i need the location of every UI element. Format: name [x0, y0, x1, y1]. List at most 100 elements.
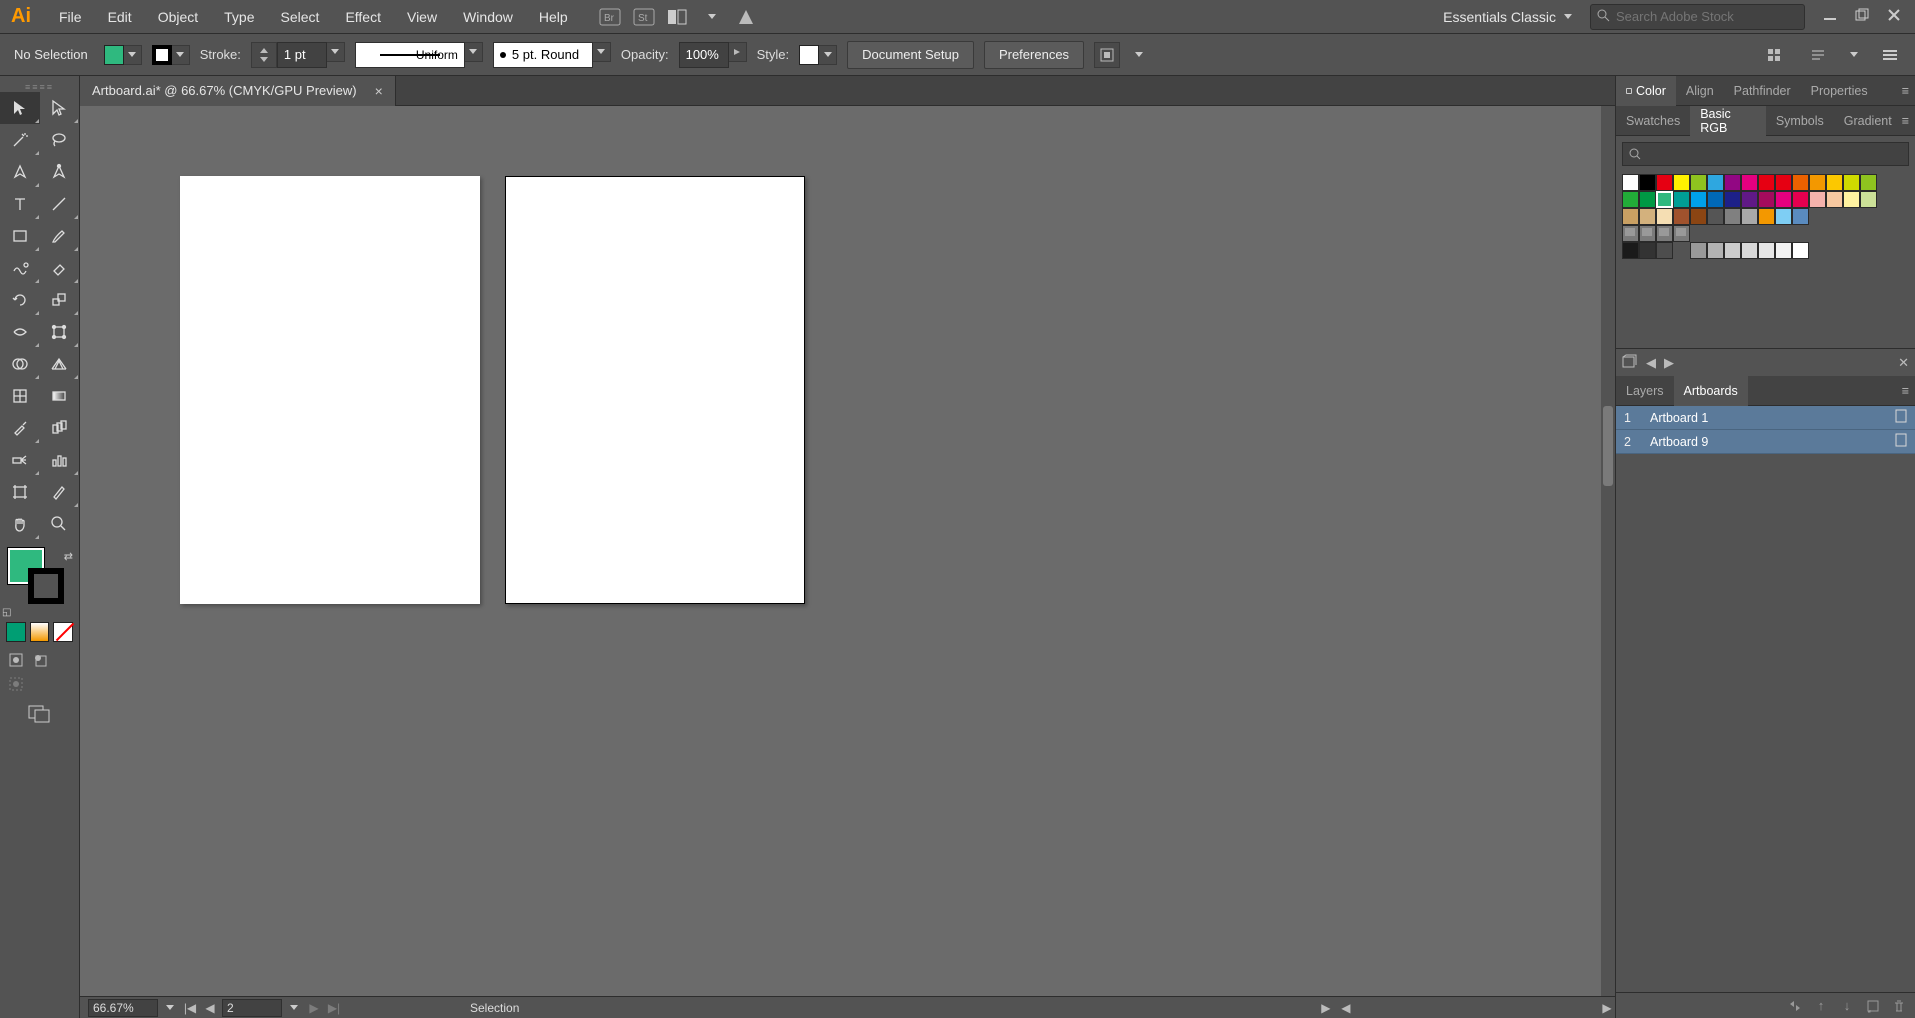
swatch-cell[interactable]: [1656, 191, 1673, 208]
graphic-style-swatch[interactable]: [799, 45, 819, 65]
artboard-number-field[interactable]: 2: [222, 999, 282, 1017]
swatch-cell[interactable]: [1792, 191, 1809, 208]
swatch-cell[interactable]: [1758, 208, 1775, 225]
swatch-cell[interactable]: [1860, 174, 1877, 191]
rearrange-artboards-icon[interactable]: [1787, 998, 1803, 1014]
swatch-cell[interactable]: [1656, 242, 1673, 259]
align-to-icon[interactable]: [1094, 42, 1120, 68]
swatch-cell[interactable]: [1775, 191, 1792, 208]
fill-stroke-control[interactable]: ⇄ ◱: [0, 548, 79, 618]
swatch-cell[interactable]: [1622, 174, 1639, 191]
tab-color[interactable]: Color: [1616, 76, 1676, 106]
swatch-cell[interactable]: [1690, 174, 1707, 191]
document-setup-button[interactable]: Document Setup: [847, 41, 974, 69]
swatch-cell[interactable]: [1826, 174, 1843, 191]
artboard-1[interactable]: [180, 176, 480, 604]
swatch-cell[interactable]: [1792, 242, 1809, 259]
close-icon[interactable]: [1887, 8, 1901, 25]
artboard-row[interactable]: 1 Artboard 1: [1616, 406, 1915, 430]
mesh-tool[interactable]: [0, 380, 40, 412]
swatch-cell[interactable]: [1707, 208, 1724, 225]
bridge-icon[interactable]: Br: [595, 4, 625, 30]
slice-tool[interactable]: [40, 476, 80, 508]
scroll-thumb[interactable]: [1603, 406, 1613, 486]
transform-panel-icon[interactable]: [1759, 42, 1789, 68]
draw-inside-icon[interactable]: [6, 674, 26, 694]
swatch-cell[interactable]: [1809, 191, 1826, 208]
swatch-cell[interactable]: [1843, 191, 1860, 208]
options-menu-icon[interactable]: [1875, 42, 1905, 68]
swatch-cell[interactable]: [1690, 242, 1707, 259]
swatch-cell[interactable]: [1724, 208, 1741, 225]
selection-tool[interactable]: [0, 92, 40, 124]
magic-wand-tool[interactable]: [0, 124, 40, 156]
artboard-orient-icon[interactable]: [1895, 433, 1907, 450]
swatch-search[interactable]: [1622, 142, 1909, 166]
line-tool[interactable]: [40, 188, 80, 220]
swatch-cell[interactable]: [1639, 242, 1656, 259]
canvas[interactable]: [80, 106, 1615, 996]
move-up-icon[interactable]: ↑: [1813, 998, 1829, 1014]
menu-type[interactable]: Type: [211, 0, 267, 34]
swatch-cell[interactable]: [1639, 208, 1656, 225]
swatch-cell[interactable]: [1690, 208, 1707, 225]
swatch-lib-icon[interactable]: [1622, 354, 1638, 371]
artboard-row[interactable]: 2 Artboard 9: [1616, 430, 1915, 454]
brush-def[interactable]: 5 pt. Round: [493, 42, 593, 68]
swatch-cell[interactable]: [1809, 174, 1826, 191]
width-profile[interactable]: Uniform: [355, 42, 465, 68]
tab-pathfinder[interactable]: Pathfinder: [1724, 76, 1801, 106]
next-artboard-icon[interactable]: ▶: [306, 1000, 322, 1016]
fill-dropdown[interactable]: [124, 45, 142, 65]
direct-selection-tool[interactable]: [40, 92, 80, 124]
swatch-cell[interactable]: [1724, 191, 1741, 208]
menu-object[interactable]: Object: [145, 0, 211, 34]
menu-help[interactable]: Help: [526, 0, 581, 34]
stock-icon[interactable]: St: [629, 4, 659, 30]
swatch-cell[interactable]: [1792, 174, 1809, 191]
eraser-tool[interactable]: [40, 252, 80, 284]
fill-swatch[interactable]: [104, 45, 142, 65]
stroke-weight-stepper[interactable]: [251, 42, 277, 68]
swatch-cell[interactable]: [1639, 191, 1656, 208]
stroke-swatch[interactable]: [152, 45, 190, 65]
status-scroll-left-icon[interactable]: ◀: [1338, 1000, 1354, 1016]
swatch-cell[interactable]: [1639, 174, 1656, 191]
swatch-cell[interactable]: [1690, 191, 1707, 208]
tab-properties[interactable]: Properties: [1801, 76, 1878, 106]
artboard-orient-icon[interactable]: [1895, 409, 1907, 426]
stock-search-input[interactable]: [1616, 9, 1798, 24]
arrange-docs-icon[interactable]: [663, 4, 693, 30]
swatch-cell[interactable]: [1673, 208, 1690, 225]
swatch-cell[interactable]: [1775, 208, 1792, 225]
menu-view[interactable]: View: [394, 0, 450, 34]
draw-behind-icon[interactable]: [30, 650, 50, 670]
arrange-panel-drop[interactable]: [1845, 45, 1863, 65]
color-mode-icon[interactable]: [6, 622, 26, 642]
default-fill-stroke-icon[interactable]: ◱: [2, 607, 11, 618]
swatch-cell[interactable]: [1758, 174, 1775, 191]
draw-normal-icon[interactable]: [6, 650, 26, 670]
swatch-cell[interactable]: [1826, 191, 1843, 208]
stroke-weight-drop[interactable]: [327, 42, 345, 62]
tab-align[interactable]: Align: [1676, 76, 1724, 106]
first-artboard-icon[interactable]: |◀: [182, 1000, 198, 1016]
swatch-cell[interactable]: [1673, 191, 1690, 208]
swatch-cell[interactable]: [1741, 208, 1758, 225]
swatch-folder-icon[interactable]: [1622, 225, 1639, 242]
gradient-mode-icon[interactable]: [30, 622, 50, 642]
prev-artboard-icon[interactable]: ◀: [202, 1000, 218, 1016]
swatch-cell[interactable]: [1622, 208, 1639, 225]
curvature-tool[interactable]: [40, 156, 80, 188]
menu-window[interactable]: Window: [450, 0, 526, 34]
gradient-tool[interactable]: [40, 380, 80, 412]
swatch-prev-icon[interactable]: ◀: [1646, 355, 1656, 371]
tab-basic-rgb[interactable]: Basic RGB: [1690, 106, 1766, 136]
opacity-drop[interactable]: [729, 42, 747, 62]
swatch-cell[interactable]: [1758, 242, 1775, 259]
move-down-icon[interactable]: ↓: [1839, 998, 1855, 1014]
delete-artboard-icon[interactable]: [1891, 998, 1907, 1014]
swatch-cell[interactable]: [1622, 191, 1639, 208]
symbol-sprayer-tool[interactable]: [0, 444, 40, 476]
tab-swatches[interactable]: Swatches: [1616, 106, 1690, 136]
